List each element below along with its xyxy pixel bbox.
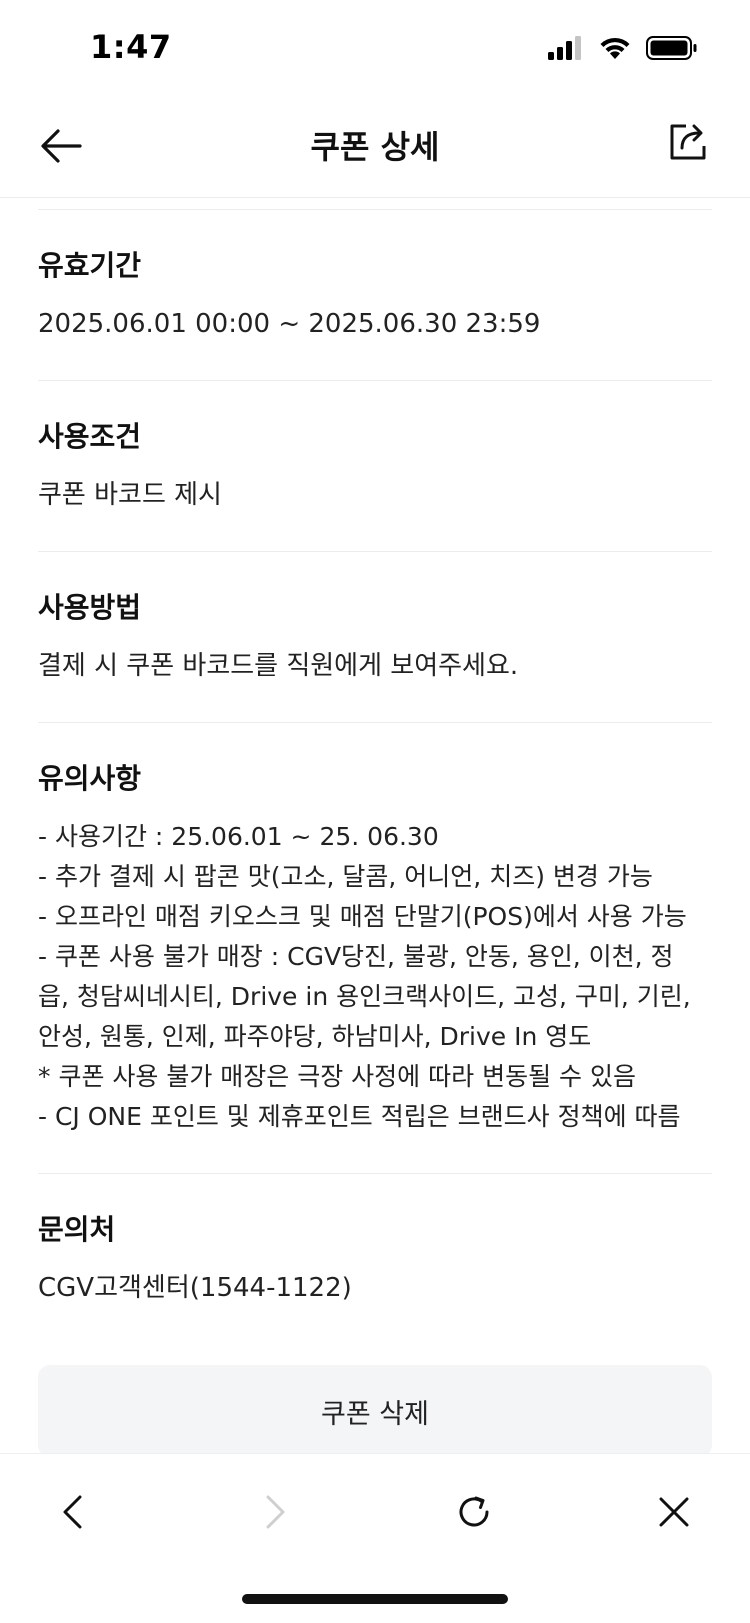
condition-section: 사용조건 쿠폰 바코드 제시 bbox=[38, 381, 712, 552]
notes-line: - 사용기간 : 25.06.01 ~ 25. 06.30 bbox=[38, 822, 439, 851]
coupon-info: 유효기간 2025.06.01 00:00 ~ 2025.06.30 23:59… bbox=[38, 198, 712, 1344]
section-title: 유의사항 bbox=[38, 762, 142, 795]
contact-info: CGV고객센터(1544-1122) bbox=[38, 1273, 352, 1303]
refresh-icon bbox=[459, 1496, 489, 1527]
section-title: 사용방법 bbox=[38, 591, 142, 624]
close-icon bbox=[659, 1497, 689, 1527]
contact-section: 문의처 CGV고객센터(1544-1122) bbox=[38, 1174, 712, 1344]
section-title: 사용조건 bbox=[38, 420, 142, 453]
usage-method: 결제 시 쿠폰 바코드를 직원에게 보여주세요. bbox=[38, 651, 519, 681]
close-button[interactable] bbox=[646, 1484, 702, 1540]
notes-line: - 쿠폰 사용 불가 매장 : CGV당진, 불광, 안동, 용인, 이천, 정 bbox=[38, 942, 674, 971]
status-time: 1:47 bbox=[90, 28, 172, 66]
wifi-icon bbox=[598, 36, 632, 60]
notes-list: - 사용기간 : 25.06.01 ~ 25. 06.30 - 추가 결제 시 … bbox=[38, 817, 712, 1137]
browser-forward-button[interactable] bbox=[246, 1484, 302, 1540]
notes-line: - 추가 결제 시 팝콘 맛(고소, 달콤, 어니언, 치즈) 변경 가능 bbox=[38, 862, 653, 891]
navbar: 쿠폰 상세 bbox=[0, 100, 750, 198]
status-icons bbox=[548, 36, 698, 60]
status-bar: 1:47 bbox=[0, 0, 750, 100]
chevron-left-icon bbox=[63, 1495, 82, 1529]
share-icon bbox=[670, 124, 706, 160]
chevron-right-icon bbox=[266, 1495, 285, 1529]
notes-section: 유의사항 - 사용기간 : 25.06.01 ~ 25. 06.30 - 추가 … bbox=[38, 723, 712, 1174]
section-title: 유효기간 bbox=[38, 249, 142, 282]
section-title: 문의처 bbox=[38, 1213, 116, 1246]
page-title: 쿠폰 상세 bbox=[310, 128, 440, 166]
validity-period: 2025.06.01 00:00 ~ 2025.06.30 23:59 bbox=[38, 309, 541, 339]
coupon-detail-screen: 1:47 쿠폰 상세 유효기간 2025.06.01 00:00 ~ 2025.… bbox=[0, 0, 750, 1623]
delete-coupon-button[interactable]: 쿠폰 삭제 bbox=[38, 1365, 712, 1457]
refresh-button[interactable] bbox=[446, 1484, 502, 1540]
notes-line: - CJ ONE 포인트 및 제휴포인트 적립은 브랜드사 정책에 따름 bbox=[38, 1102, 681, 1131]
divider bbox=[38, 198, 712, 210]
notes-line: - 오프라인 매점 키오스크 및 매점 단말기(POS)에서 사용 가능 bbox=[38, 902, 687, 931]
notes-line: 읍, 청담씨네시티, Drive in 용인크랙사이드, 고성, 구미, 기린, bbox=[38, 982, 691, 1011]
home-indicator bbox=[242, 1594, 508, 1604]
share-button[interactable] bbox=[666, 120, 710, 164]
browser-back-button[interactable] bbox=[46, 1484, 102, 1540]
validity-section: 유효기간 2025.06.01 00:00 ~ 2025.06.30 23:59 bbox=[38, 210, 712, 381]
notes-line: * 쿠폰 사용 불가 매장은 극장 사정에 따라 변동될 수 있음 bbox=[38, 1062, 636, 1091]
notes-line: 안성, 원통, 인제, 파주야당, 하남미사, Drive In 영도 bbox=[38, 1022, 592, 1051]
method-section: 사용방법 결제 시 쿠폰 바코드를 직원에게 보여주세요. bbox=[38, 552, 712, 723]
battery-icon bbox=[646, 36, 698, 60]
cellular-signal-icon bbox=[548, 36, 584, 60]
usage-condition: 쿠폰 바코드 제시 bbox=[38, 480, 222, 510]
